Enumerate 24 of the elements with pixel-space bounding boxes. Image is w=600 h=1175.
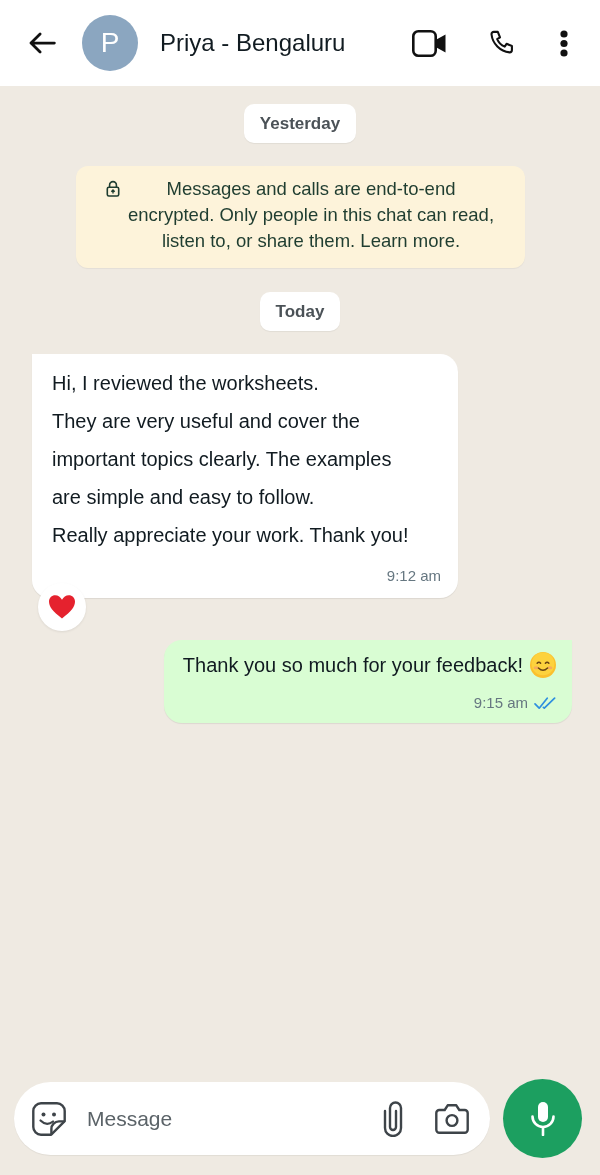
microphone-icon	[530, 1101, 555, 1136]
encryption-notice[interactable]: Messages and calls are end-to-end encrypted. Only people in this chat can read, listen to, or share them. Learn more.	[76, 166, 525, 268]
back-arrow-icon	[28, 32, 56, 54]
sticker-icon	[32, 1101, 66, 1136]
video-camera-icon	[412, 29, 446, 57]
date-chip: Yesterday	[243, 104, 357, 143]
message-field[interactable]: Message	[14, 1082, 490, 1155]
paperclip-icon	[383, 1100, 403, 1137]
more-options-button[interactable]	[560, 29, 568, 57]
sticker-button[interactable]	[32, 1101, 66, 1136]
lock-icon	[106, 180, 120, 197]
message-text: Hi, I reviewed the worksheets. They are very useful and cover the important topics clearly. The examples are simple and easy to follow. Really appreciate your work. Thank you!	[52, 371, 410, 548]
video-call-button[interactable]	[412, 29, 446, 57]
message-time: 9:15 am	[473, 693, 528, 713]
date-chip: Today	[259, 292, 341, 331]
camera-button[interactable]	[435, 1103, 469, 1134]
camera-icon	[435, 1103, 469, 1134]
message-time: 9:12 am	[386, 566, 441, 586]
notice-text: Messages and calls are end-to-end encrypted. Only people in this chat can read, listen to, or share them. Learn more.	[127, 177, 495, 253]
message-text: Thank you so much for your feedback!	[182, 653, 523, 678]
more-vertical-icon	[560, 29, 568, 57]
contact-name[interactable]: Priya - Bengaluru	[160, 29, 346, 57]
message-input[interactable]: Message	[87, 1098, 375, 1139]
attach-button[interactable]	[383, 1100, 403, 1137]
